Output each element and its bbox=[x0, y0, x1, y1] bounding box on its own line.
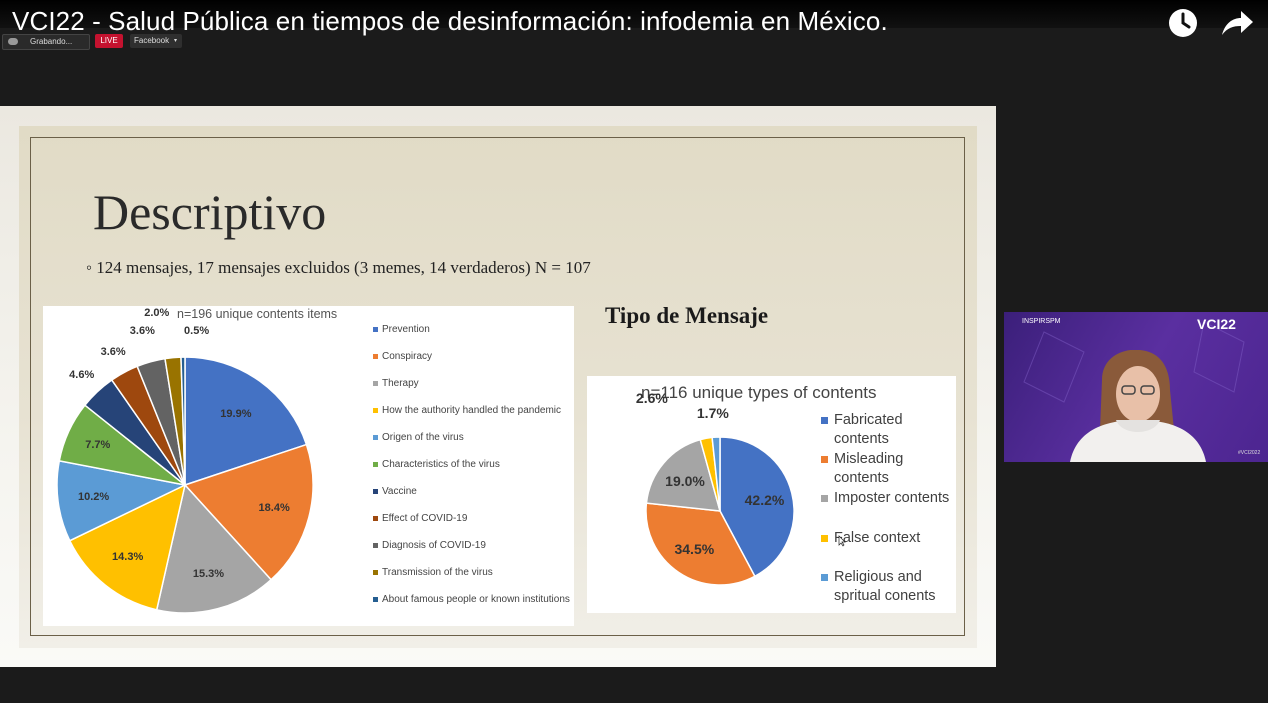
legend-label: Diagnosis of COVID-19 bbox=[382, 540, 486, 551]
speaker-avatar bbox=[1070, 350, 1206, 462]
pie-data-label: 7.7% bbox=[85, 438, 111, 451]
legend-label: Therapy bbox=[382, 378, 419, 389]
legend-swatch bbox=[373, 597, 378, 602]
pie-data-label: 0.5% bbox=[184, 325, 210, 338]
legend-swatch bbox=[373, 381, 378, 386]
platform-label: Facebook bbox=[134, 36, 170, 45]
legend-label: Conspiracy bbox=[382, 351, 433, 362]
pie-data-label: 10.2% bbox=[78, 490, 110, 503]
pie-data-label: 34.5% bbox=[674, 541, 715, 558]
pie-data-label: 3.6% bbox=[129, 324, 155, 337]
recording-badge[interactable]: Grabando... bbox=[2, 34, 90, 50]
pie-data-label: 2.0% bbox=[144, 306, 170, 319]
legend-label: False context bbox=[834, 529, 921, 546]
legend-label: Origen of the virus bbox=[382, 432, 464, 443]
legend-label: Vaccine bbox=[382, 486, 417, 497]
platform-dropdown[interactable]: Facebook ▾ bbox=[130, 34, 182, 48]
pie-data-label: 1.7% bbox=[696, 404, 729, 421]
chart-2-title: n=116 unique types of contents bbox=[641, 383, 877, 402]
slide-title: Descriptivo bbox=[93, 184, 327, 240]
hashtag-label: #VCI2022 bbox=[1238, 450, 1261, 456]
pie-data-label: 18.4% bbox=[258, 502, 290, 515]
legend-swatch bbox=[373, 354, 378, 359]
legend-swatch bbox=[373, 435, 378, 440]
clock-icon bbox=[1169, 9, 1197, 37]
legend-label: Prevention bbox=[382, 324, 430, 335]
legend-swatch bbox=[821, 573, 828, 581]
legend-label: Religious and spritual conents bbox=[834, 568, 936, 604]
pie-data-label: 2.6% bbox=[635, 389, 668, 406]
pie-data-label: 19.0% bbox=[665, 473, 705, 490]
pie-data-label: 19.9% bbox=[220, 408, 252, 421]
pie-data-label: 15.3% bbox=[192, 568, 225, 581]
legend-swatch bbox=[373, 570, 378, 575]
legend-swatch bbox=[821, 456, 828, 464]
legend-label: How the authority handled the pandemic bbox=[382, 405, 562, 416]
cloud-icon bbox=[8, 38, 18, 45]
legend-swatch bbox=[373, 327, 378, 332]
legend-label: Imposter contents bbox=[834, 490, 950, 507]
live-badge: LIVE bbox=[95, 34, 123, 48]
legend-swatch bbox=[373, 516, 378, 521]
pie-data-label: 4.6% bbox=[69, 368, 95, 381]
slide-bullet: ◦ 124 mensajes, 17 mensajes excluidos (3… bbox=[86, 258, 591, 277]
video-title: VCI22 - Salud Pública en tiempos de desi… bbox=[12, 6, 888, 36]
chart-1-title: n=196 unique contents items bbox=[177, 307, 338, 321]
legend-label: Transmission of the virus bbox=[382, 567, 493, 578]
legend-label: Effect of COVID-19 bbox=[382, 513, 468, 524]
legend-swatch bbox=[373, 489, 378, 494]
vci22-logo: VCI22 bbox=[1197, 316, 1236, 332]
legend-swatch bbox=[821, 534, 828, 542]
legend-swatch bbox=[373, 462, 378, 467]
tipo-de-mensaje-title: Tipo de Mensaje bbox=[605, 303, 769, 328]
mouse-cursor-icon bbox=[838, 535, 846, 547]
legend-label: Misleading contents bbox=[834, 451, 904, 487]
recording-label: Grabando... bbox=[30, 37, 73, 46]
chevron-down-icon: ▾ bbox=[174, 38, 178, 44]
legend-swatch bbox=[821, 495, 828, 503]
legend-swatch bbox=[373, 543, 378, 548]
share-arrow-icon bbox=[1222, 11, 1253, 35]
pie-data-label: 42.2% bbox=[744, 491, 785, 508]
inspirspm-logo: INSPIRSPM bbox=[1022, 318, 1061, 325]
legend-swatch bbox=[373, 408, 378, 413]
legend-swatch bbox=[821, 417, 828, 424]
legend-label: About famous people or known institution… bbox=[382, 594, 570, 605]
legend-label: Characteristics of the virus bbox=[382, 459, 500, 470]
legend-label: Fabricated contents bbox=[834, 412, 903, 447]
pie-data-label: 14.3% bbox=[112, 551, 144, 564]
watch-later-button[interactable] bbox=[1167, 7, 1199, 39]
share-button[interactable] bbox=[1219, 7, 1255, 39]
pie-data-label: 3.6% bbox=[100, 346, 126, 359]
